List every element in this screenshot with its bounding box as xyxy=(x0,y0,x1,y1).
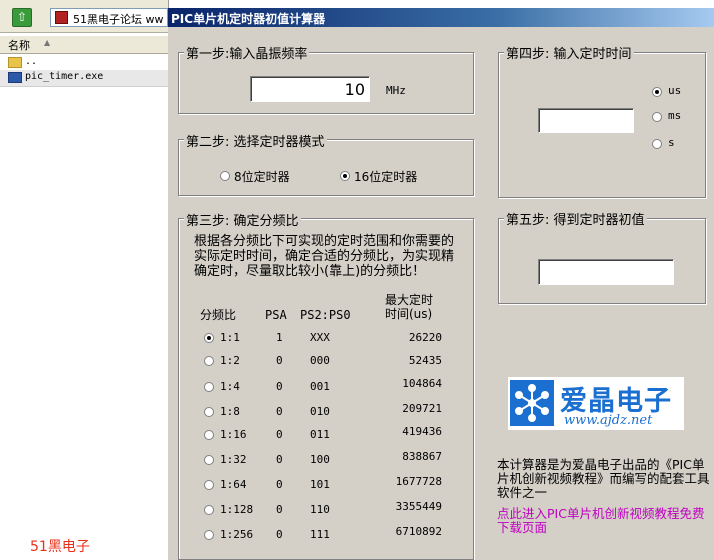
step1-title: 第一步:输入晶振频率 xyxy=(184,43,310,62)
explorer-toolbar: ⇧ 51黑电子论坛 ww xyxy=(0,0,168,33)
ratio-label[interactable]: 1:2 xyxy=(220,354,240,367)
psa-value: 0 xyxy=(276,380,283,393)
sort-ascending-icon: ▲ xyxy=(44,38,51,47)
file-explorer-pane: ⇧ 51黑电子论坛 ww 名称 ▲ .. pic_timer.exe 51黑电子 xyxy=(0,0,169,560)
psa-value: 0 xyxy=(276,478,283,491)
header-psa: PSA xyxy=(265,308,287,322)
ps-value: 001 xyxy=(310,380,330,393)
frequency-input[interactable]: 10 xyxy=(250,76,370,102)
ratio-radio[interactable] xyxy=(204,530,214,540)
max-time-value: 104864 xyxy=(402,377,442,390)
file-row-exe[interactable]: pic_timer.exe xyxy=(0,70,168,86)
max-time-value: 6710892 xyxy=(395,525,442,538)
ps-value: XXX xyxy=(310,331,330,344)
radio-unit-ms-label[interactable]: ms xyxy=(668,109,681,122)
ratio-radio[interactable] xyxy=(204,333,214,343)
folder-up-icon[interactable]: ⇧ xyxy=(12,8,32,27)
radio-16bit[interactable] xyxy=(340,171,350,181)
window-title: PIC单片机定时器初值计算器 xyxy=(171,12,326,26)
brand-logo: 爱晶电子 www.ajdz.net xyxy=(508,377,684,430)
step3-title: 第三步: 确定分频比 xyxy=(184,210,301,229)
ratio-label[interactable]: 1:64 xyxy=(220,478,247,491)
download-link[interactable]: 点此进入PIC单片机创新视频教程免费下载页面 xyxy=(497,507,711,535)
address-text: 51黑电子论坛 ww xyxy=(73,13,164,26)
ratio-radio[interactable] xyxy=(204,356,214,366)
radio-8bit-label[interactable]: 8位定时器 xyxy=(234,168,290,185)
ps-value: 000 xyxy=(310,354,330,367)
ps-value: 100 xyxy=(310,453,330,466)
header-ps: PS2:PS0 xyxy=(300,308,351,322)
result-output[interactable] xyxy=(538,259,674,285)
file-name: .. xyxy=(25,56,38,67)
radio-unit-us[interactable] xyxy=(652,87,662,97)
about-text: 本计算器是为爱晶电子出品的《PIC单片机创新视频教程》而编写的配套工具软件之一 xyxy=(497,457,710,500)
max-time-value: 52435 xyxy=(408,354,442,367)
ratio-radio[interactable] xyxy=(204,505,214,515)
ps-value: 101 xyxy=(310,478,330,491)
exe-file-icon xyxy=(8,72,22,83)
radio-unit-us-label[interactable]: us xyxy=(668,84,681,97)
step3-description: 根据各分频比下可实现的定时范围和你需要的实际定时时间，确定合适的分频比，为实现精… xyxy=(194,234,455,279)
ratio-radio[interactable] xyxy=(204,430,214,440)
psa-value: 0 xyxy=(276,405,283,418)
rar-archive-icon xyxy=(55,11,68,24)
radio-8bit[interactable] xyxy=(220,171,230,181)
header-max-line2: 时间(us) xyxy=(385,307,433,321)
ratio-label[interactable]: 1:8 xyxy=(220,405,240,418)
ratio-radio[interactable] xyxy=(204,455,214,465)
snowflake-logo-icon xyxy=(510,380,554,426)
max-time-value: 1677728 xyxy=(395,475,442,488)
step4-title: 第四步: 输入定时时间 xyxy=(504,43,634,62)
file-name: pic_timer.exe xyxy=(25,71,104,82)
psa-value: 0 xyxy=(276,503,283,516)
ratio-radio[interactable] xyxy=(204,480,214,490)
ps-value: 011 xyxy=(310,428,330,441)
frequency-unit: MHz xyxy=(386,84,406,97)
ps-value: 010 xyxy=(310,405,330,418)
frequency-value: 10 xyxy=(344,80,365,99)
time-input[interactable] xyxy=(538,108,634,133)
max-time-value: 3355449 xyxy=(395,500,442,513)
ratio-label[interactable]: 1:1 xyxy=(220,331,240,344)
radio-16bit-label[interactable]: 16位定时器 xyxy=(354,168,417,185)
max-time-value: 838867 xyxy=(402,450,442,463)
logo-url: www.ajdz.net xyxy=(564,413,653,428)
ratio-radio[interactable] xyxy=(204,382,214,392)
timer-calculator-window: PIC单片机定时器初值计算器 第一步:输入晶振频率 10 MHz 第二步: 选择… xyxy=(168,8,714,560)
ratio-label[interactable]: 1:256 xyxy=(220,528,253,541)
folder-icon xyxy=(8,57,22,68)
psa-value: 0 xyxy=(276,453,283,466)
radio-unit-s[interactable] xyxy=(652,139,662,149)
ps-value: 110 xyxy=(310,503,330,516)
ratio-label[interactable]: 1:16 xyxy=(220,428,247,441)
column-header-name[interactable]: 名称 ▲ xyxy=(0,36,168,54)
file-row-parent[interactable]: .. xyxy=(0,55,168,71)
column-header-label: 名称 xyxy=(8,39,30,52)
window-titlebar[interactable]: PIC单片机定时器初值计算器 xyxy=(168,8,714,27)
psa-value: 0 xyxy=(276,428,283,441)
max-time-value: 209721 xyxy=(402,402,442,415)
max-time-value: 26220 xyxy=(408,331,442,344)
ratio-radio[interactable] xyxy=(204,407,214,417)
header-ratio: 分频比 xyxy=(200,308,237,322)
ps-value: 111 xyxy=(310,528,330,541)
step5-title: 第五步: 得到定时器初值 xyxy=(504,209,647,228)
watermark-text: 51黑电子 xyxy=(30,539,90,555)
ratio-label[interactable]: 1:128 xyxy=(220,503,253,516)
psa-value: 1 xyxy=(276,331,283,344)
step2-title: 第二步: 选择定时器模式 xyxy=(184,131,327,150)
radio-unit-ms[interactable] xyxy=(652,112,662,122)
address-bar[interactable]: 51黑电子论坛 ww xyxy=(50,8,168,27)
psa-value: 0 xyxy=(276,354,283,367)
radio-unit-s-label[interactable]: s xyxy=(668,136,675,149)
ratio-label[interactable]: 1:4 xyxy=(220,380,240,393)
psa-value: 0 xyxy=(276,528,283,541)
max-time-value: 419436 xyxy=(402,425,442,438)
ratio-label[interactable]: 1:32 xyxy=(220,453,247,466)
row-separator xyxy=(0,86,168,87)
